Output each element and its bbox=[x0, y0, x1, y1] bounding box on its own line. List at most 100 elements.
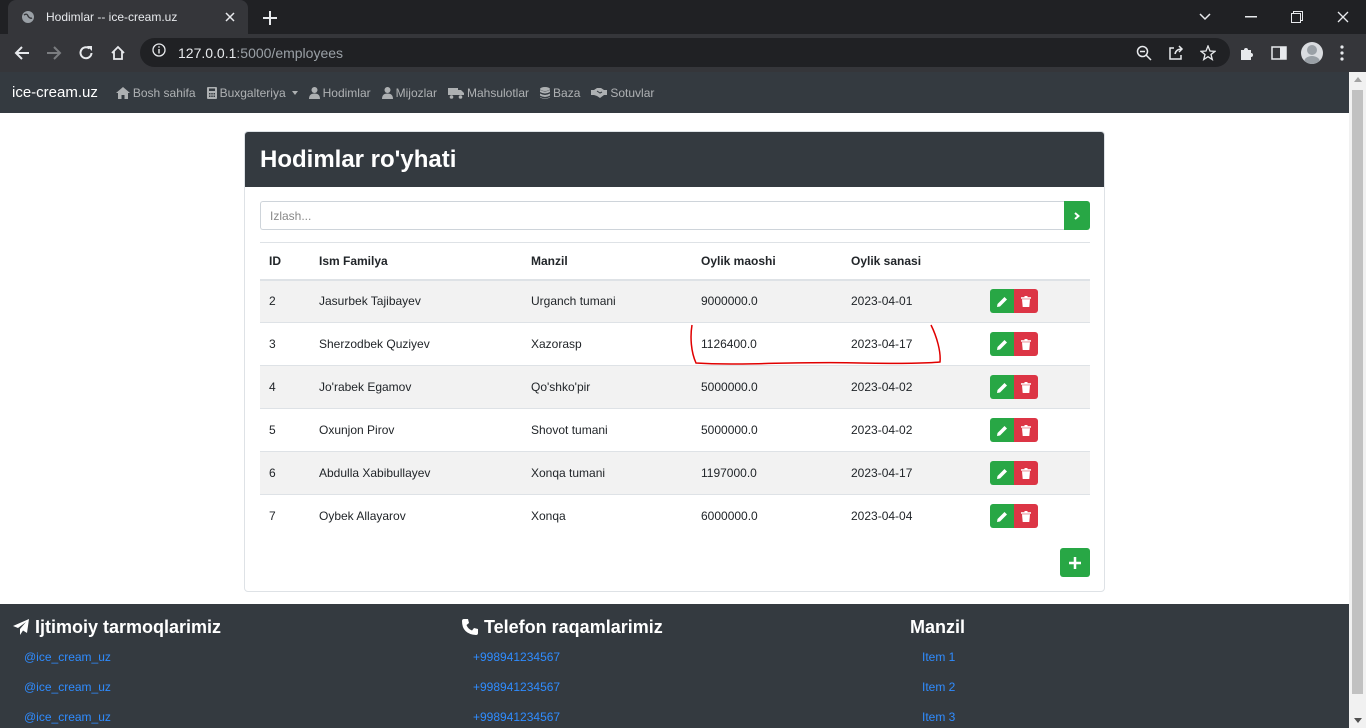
cell-actions bbox=[981, 408, 1090, 452]
column-header-name: Ism Familya bbox=[310, 242, 522, 281]
info-icon[interactable] bbox=[152, 43, 166, 62]
restore-icon[interactable] bbox=[1274, 0, 1320, 34]
list-item: Item 2 bbox=[922, 680, 965, 710]
url-text: 127.0.0.1:5000/employees bbox=[178, 44, 344, 61]
card-header: Hodimlar ro'yhati bbox=[245, 132, 1104, 187]
share-icon[interactable] bbox=[1162, 39, 1190, 67]
list-item: @ice_cream_uz bbox=[24, 680, 221, 710]
nav-item-buxgalteriya[interactable]: Buxgalteriya bbox=[206, 85, 298, 100]
footer-social-column: Ijtimoiy tarmoqlarimiz @ice_cream_uz @ic… bbox=[12, 604, 221, 728]
bookmark-star-icon[interactable] bbox=[1194, 39, 1222, 67]
cell-name: Oybek Allayarov bbox=[310, 494, 522, 538]
pencil-icon bbox=[996, 425, 1007, 436]
cell-actions bbox=[981, 494, 1090, 538]
address-link[interactable]: Item 2 bbox=[922, 680, 955, 694]
list-item: +998941234567 bbox=[473, 710, 663, 728]
handshake-icon bbox=[591, 87, 608, 98]
cell-id: 3 bbox=[260, 322, 310, 366]
delete-button[interactable] bbox=[1014, 375, 1038, 399]
nav-item-label: Buxgalteriya bbox=[219, 85, 286, 100]
user-icon bbox=[381, 86, 393, 99]
pencil-icon bbox=[996, 339, 1007, 350]
edit-button[interactable] bbox=[990, 332, 1014, 356]
phone-icon bbox=[462, 619, 478, 635]
trash-icon bbox=[1021, 424, 1031, 436]
table-row: 5 Oxunjon Pirov Shovot tumani 5000000.0 … bbox=[260, 408, 1090, 452]
delete-button[interactable] bbox=[1014, 332, 1038, 356]
social-link[interactable]: @ice_cream_uz bbox=[24, 710, 111, 724]
pencil-icon bbox=[996, 468, 1007, 479]
edit-button[interactable] bbox=[990, 289, 1014, 314]
home-icon[interactable] bbox=[104, 39, 132, 67]
cell-actions bbox=[981, 365, 1090, 409]
cell-id: 5 bbox=[260, 408, 310, 452]
nav-item-baza[interactable]: Baza bbox=[540, 86, 580, 100]
search-button[interactable] bbox=[1064, 201, 1090, 230]
close-icon[interactable] bbox=[222, 9, 238, 25]
zoom-icon[interactable] bbox=[1130, 39, 1158, 67]
trash-icon bbox=[1021, 510, 1031, 522]
side-panel-icon[interactable] bbox=[1265, 39, 1293, 67]
tab-search-icon[interactable] bbox=[1182, 0, 1228, 34]
list-item: +998941234567 bbox=[473, 650, 663, 680]
list-item: +998941234567 bbox=[473, 680, 663, 710]
nav-item-mahsulotlar[interactable]: Mahsulotlar bbox=[447, 86, 529, 100]
nav-item-hodimlar[interactable]: Hodimlar bbox=[308, 85, 371, 100]
table-row: 3 Sherzodbek Quziyev Xazorasp 1126400.0 … bbox=[260, 322, 1090, 366]
back-icon[interactable] bbox=[8, 39, 36, 67]
address-link[interactable]: Item 1 bbox=[922, 650, 955, 664]
cell-address: Xonqa tumani bbox=[522, 451, 692, 495]
edit-button[interactable] bbox=[990, 375, 1014, 399]
delete-button[interactable] bbox=[1014, 504, 1038, 529]
phone-link[interactable]: +998941234567 bbox=[473, 680, 560, 694]
delete-button[interactable] bbox=[1014, 461, 1038, 485]
scrollbar-thumb[interactable] bbox=[1352, 90, 1363, 694]
nav-item-bosh-sahifa[interactable]: Bosh sahifa bbox=[115, 85, 196, 100]
menu-kebab-icon[interactable] bbox=[1328, 39, 1356, 67]
add-employee-button[interactable] bbox=[1060, 548, 1090, 577]
pencil-icon bbox=[996, 296, 1007, 307]
cell-id: 2 bbox=[260, 279, 310, 323]
profile-avatar[interactable] bbox=[1298, 39, 1326, 67]
address-bar[interactable]: 127.0.0.1:5000/employees bbox=[140, 38, 1230, 67]
cell-actions bbox=[981, 322, 1090, 366]
window-close-icon[interactable] bbox=[1320, 0, 1366, 34]
cell-salary-date: 2023-04-17 bbox=[842, 451, 981, 495]
social-link[interactable]: @ice_cream_uz bbox=[24, 680, 111, 694]
new-tab-button[interactable] bbox=[258, 6, 282, 30]
page-scrollbar[interactable] bbox=[1349, 72, 1366, 728]
edit-button[interactable] bbox=[990, 461, 1014, 485]
scroll-up-icon[interactable] bbox=[1354, 77, 1362, 82]
edit-button[interactable] bbox=[990, 418, 1014, 442]
social-link[interactable]: @ice_cream_uz bbox=[24, 650, 111, 664]
footer-phones-column: Telefon raqamlarimiz +998941234567 +9989… bbox=[461, 604, 663, 728]
scroll-down-icon[interactable] bbox=[1354, 718, 1362, 723]
column-header-salary-date: Oylik sanasi bbox=[842, 242, 981, 281]
cell-id: 6 bbox=[260, 451, 310, 495]
delete-button[interactable] bbox=[1014, 418, 1038, 442]
delete-button[interactable] bbox=[1014, 289, 1038, 314]
nav-item-label: Bosh sahifa bbox=[132, 85, 196, 100]
edit-button[interactable] bbox=[990, 504, 1014, 529]
browser-tabstrip: Hodimlar -- ice-cream.uz bbox=[0, 0, 1366, 34]
address-link[interactable]: Item 3 bbox=[922, 710, 955, 724]
cell-id: 4 bbox=[260, 365, 310, 409]
reload-icon[interactable] bbox=[72, 39, 100, 67]
list-item: Item 1 bbox=[922, 650, 965, 680]
browser-tab[interactable]: Hodimlar -- ice-cream.uz bbox=[8, 0, 248, 34]
cell-salary: 1197000.0 bbox=[692, 451, 842, 495]
nav-item-label: Hodimlar bbox=[322, 85, 371, 100]
forward-icon[interactable] bbox=[40, 39, 68, 67]
table-row: 6 Abdulla Xabibullayev Xonqa tumani 1197… bbox=[260, 451, 1090, 495]
navbar-brand[interactable]: ice-cream.uz bbox=[12, 84, 98, 101]
search-input[interactable] bbox=[260, 201, 1064, 230]
footer-social-heading: Ijtimoiy tarmoqlarimiz bbox=[12, 604, 221, 650]
paper-plane-icon bbox=[13, 619, 29, 635]
phone-link[interactable]: +998941234567 bbox=[473, 710, 560, 724]
minimize-icon[interactable] bbox=[1228, 0, 1274, 34]
extensions-icon[interactable] bbox=[1233, 39, 1261, 67]
cell-name: Jo'rabek Egamov bbox=[310, 365, 522, 409]
nav-item-sotuvlar[interactable]: Sotuvlar bbox=[591, 86, 654, 100]
phone-link[interactable]: +998941234567 bbox=[473, 650, 560, 664]
nav-item-mijozlar[interactable]: Mijozlar bbox=[381, 86, 437, 100]
